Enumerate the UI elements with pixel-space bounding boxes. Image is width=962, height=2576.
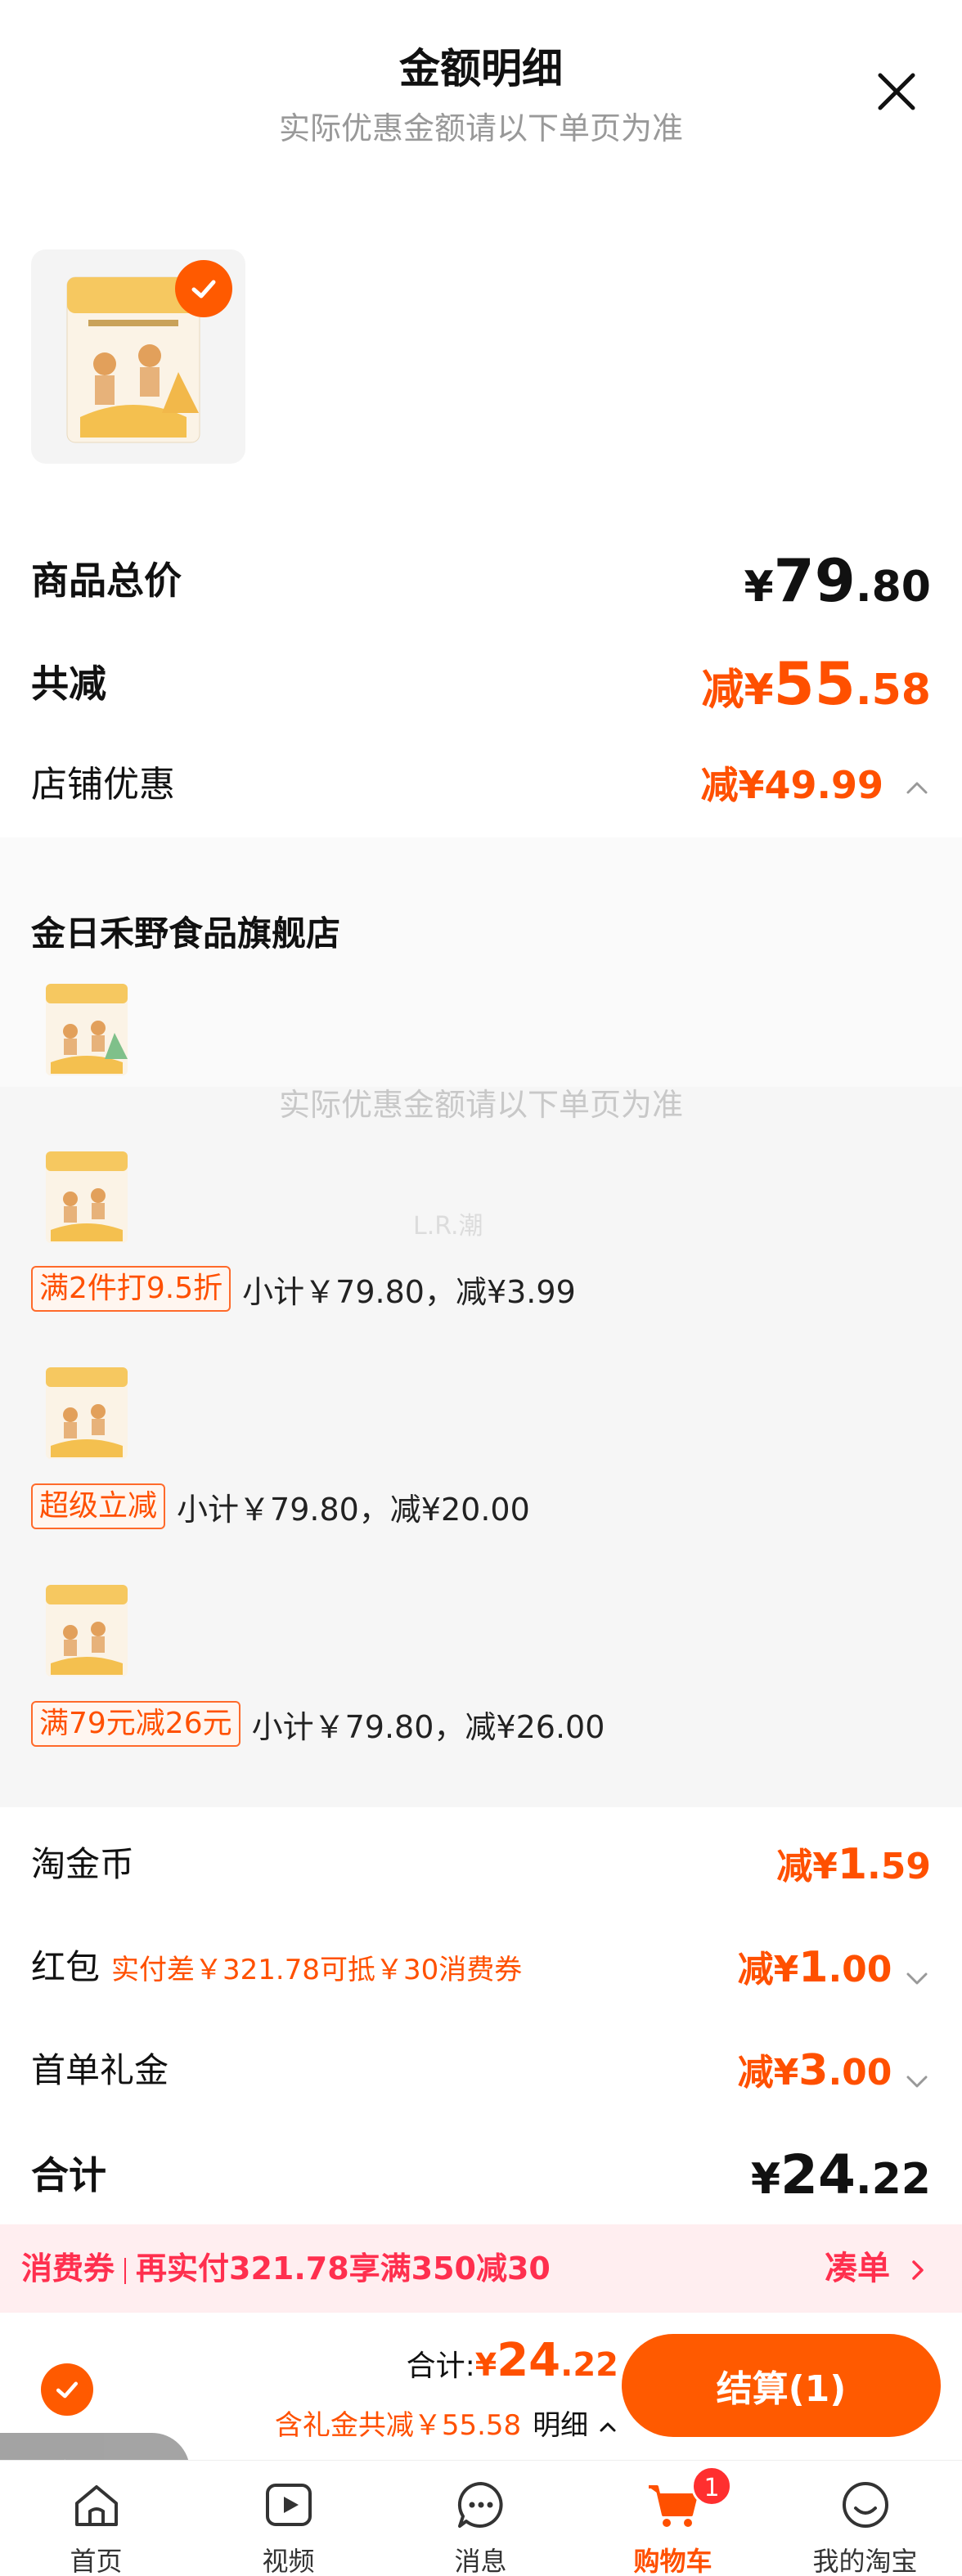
overlay-hint-text: 实际优惠金额请以下单页为准 <box>278 1087 683 1123</box>
promo-product-thumbnail <box>46 1151 128 1243</box>
promo-item: 满2件打9.5折 小计￥79.80，减¥3.99 <box>31 1266 576 1312</box>
chevron-down-icon <box>906 1972 928 1984</box>
close-button[interactable] <box>872 67 921 116</box>
check-icon <box>191 280 216 298</box>
redpack-row[interactable]: 红包 实付差￥321.78可抵￥30消费券 减¥1.00 <box>31 1935 931 2000</box>
chevron-down-icon <box>906 2076 928 2087</box>
promo-subtotal: 小计￥79.80，减¥26.00 <box>251 1708 605 1745</box>
home-icon <box>75 2485 118 2526</box>
redpack-label: 红包 <box>31 1947 101 1987</box>
store-discount-panel: 金日禾野食品旗舰店 实际优惠金额请以下单页为准 L.R.潮 满2件打9.5折 小… <box>0 837 962 1807</box>
first-order-gift-row[interactable]: 首单礼金 减¥3.00 <box>31 2038 931 2103</box>
checkout-total: 合计:¥24.22 <box>406 2334 618 2387</box>
store-header: 金日禾野食品旗舰店 <box>0 837 962 1087</box>
checkout-button[interactable]: 结算(1) <box>622 2334 941 2437</box>
redpack-label-group: 红包 实付差￥321.78可抵￥30消费券 <box>31 1935 522 2003</box>
profile-icon <box>843 2482 888 2528</box>
modal-header: 金额明细 实际优惠金额请以下单页为准 <box>0 0 962 164</box>
promo-item: 超级立减 小计￥79.80，减¥20.00 <box>31 1483 530 1529</box>
total-reduce-row: 共减 减¥55.58 <box>31 651 931 716</box>
page-subtitle: 实际优惠金额请以下单页为准 <box>278 110 683 146</box>
first-order-gift-label: 首单礼金 <box>31 2050 169 2090</box>
product-selected-checkbox[interactable] <box>175 260 232 317</box>
add-items-link[interactable]: 凑单 <box>825 2224 929 2313</box>
check-icon <box>56 2381 79 2399</box>
page-title: 金额明细 <box>399 45 563 92</box>
cart-count-badge: 1 <box>691 2466 732 2506</box>
coupon-info: 消费券 再实付321.78享满350减30 <box>21 2224 551 2313</box>
store-discount-amount: 减¥49.99 <box>700 752 931 818</box>
coupon-bar[interactable]: 消费券 再实付321.78享满350减30 凑单 <box>0 2224 962 2313</box>
chevron-up-icon <box>600 2422 616 2431</box>
video-icon <box>266 2484 312 2526</box>
total-reduce-label: 共减 <box>31 662 106 706</box>
coupon-divider <box>124 2257 127 2284</box>
chevron-up-icon <box>906 782 928 793</box>
tab-video[interactable]: 视频 <box>192 2461 384 2576</box>
store-name: 金日禾野食品旗舰店 <box>31 913 341 954</box>
chevron-right-icon <box>912 2260 924 2280</box>
coupon-label: 消费券 <box>21 2251 115 2287</box>
store-product-thumbnail <box>46 984 128 1075</box>
taojinbi-amount: 减¥1.59 <box>776 1840 931 1889</box>
detail-toggle[interactable]: 明细 <box>533 2409 588 2442</box>
total-amount: ¥24.22 <box>750 2143 931 2206</box>
total-label: 合计 <box>31 2153 106 2197</box>
close-icon <box>878 73 915 110</box>
goods-total-row: 商品总价 ¥79.80 <box>31 548 931 613</box>
promo-subtotal: 小计￥79.80，减¥20.00 <box>177 1491 530 1528</box>
promo-item: 满79元减26元 小计￥79.80，减¥26.00 <box>31 1701 605 1747</box>
total-reduce-amount: 减¥55.58 <box>701 649 931 718</box>
promo-tag: 超级立减 <box>31 1483 166 1529</box>
store-discount-label: 店铺优惠 <box>31 764 175 806</box>
taojinbi-row: 淘金币 减¥1.59 <box>31 1832 931 1897</box>
tab-profile[interactable]: 我的淘宝 <box>769 2461 961 2576</box>
promo-product-thumbnail <box>46 1367 128 1459</box>
first-order-gift-amount: 减¥3.00 <box>738 2038 931 2113</box>
goods-total-amount: ¥79.80 <box>744 546 931 615</box>
goods-total-label: 商品总价 <box>31 559 182 603</box>
tab-home[interactable]: 首页 <box>0 2461 192 2576</box>
promo-product-thumbnail <box>46 1585 128 1676</box>
redpack-note: 实付差￥321.78可抵￥30消费券 <box>111 1954 523 1986</box>
promo-tag: 满2件打9.5折 <box>31 1266 232 1312</box>
promo-tag: 满79元减26元 <box>31 1701 240 1747</box>
bottom-tab-bar: 首页 视频 消息 1 购物车 我的淘宝 <box>0 2460 962 2576</box>
watermark: L.R.潮 <box>413 1212 483 1241</box>
select-all-checkbox[interactable] <box>41 2363 93 2416</box>
checkout-discount-summary[interactable]: 含礼金共减￥55.58 明细 <box>275 2403 618 2443</box>
discount-text: 含礼金共减￥55.58 <box>274 2409 522 2442</box>
tab-messages[interactable]: 消息 <box>384 2461 577 2576</box>
message-icon <box>457 2481 503 2528</box>
coupon-text: 再实付321.78享满350减30 <box>136 2251 551 2287</box>
tab-cart[interactable]: 1 购物车 <box>577 2461 769 2576</box>
taojinbi-label: 淘金币 <box>31 1844 135 1884</box>
promo-subtotal: 小计￥79.80，减¥3.99 <box>242 1273 576 1310</box>
store-discount-row[interactable]: 店铺优惠 减¥49.99 <box>31 752 931 818</box>
redpack-amount: 减¥1.00 <box>738 1935 931 2010</box>
total-row: 合计 ¥24.22 <box>31 2143 931 2208</box>
